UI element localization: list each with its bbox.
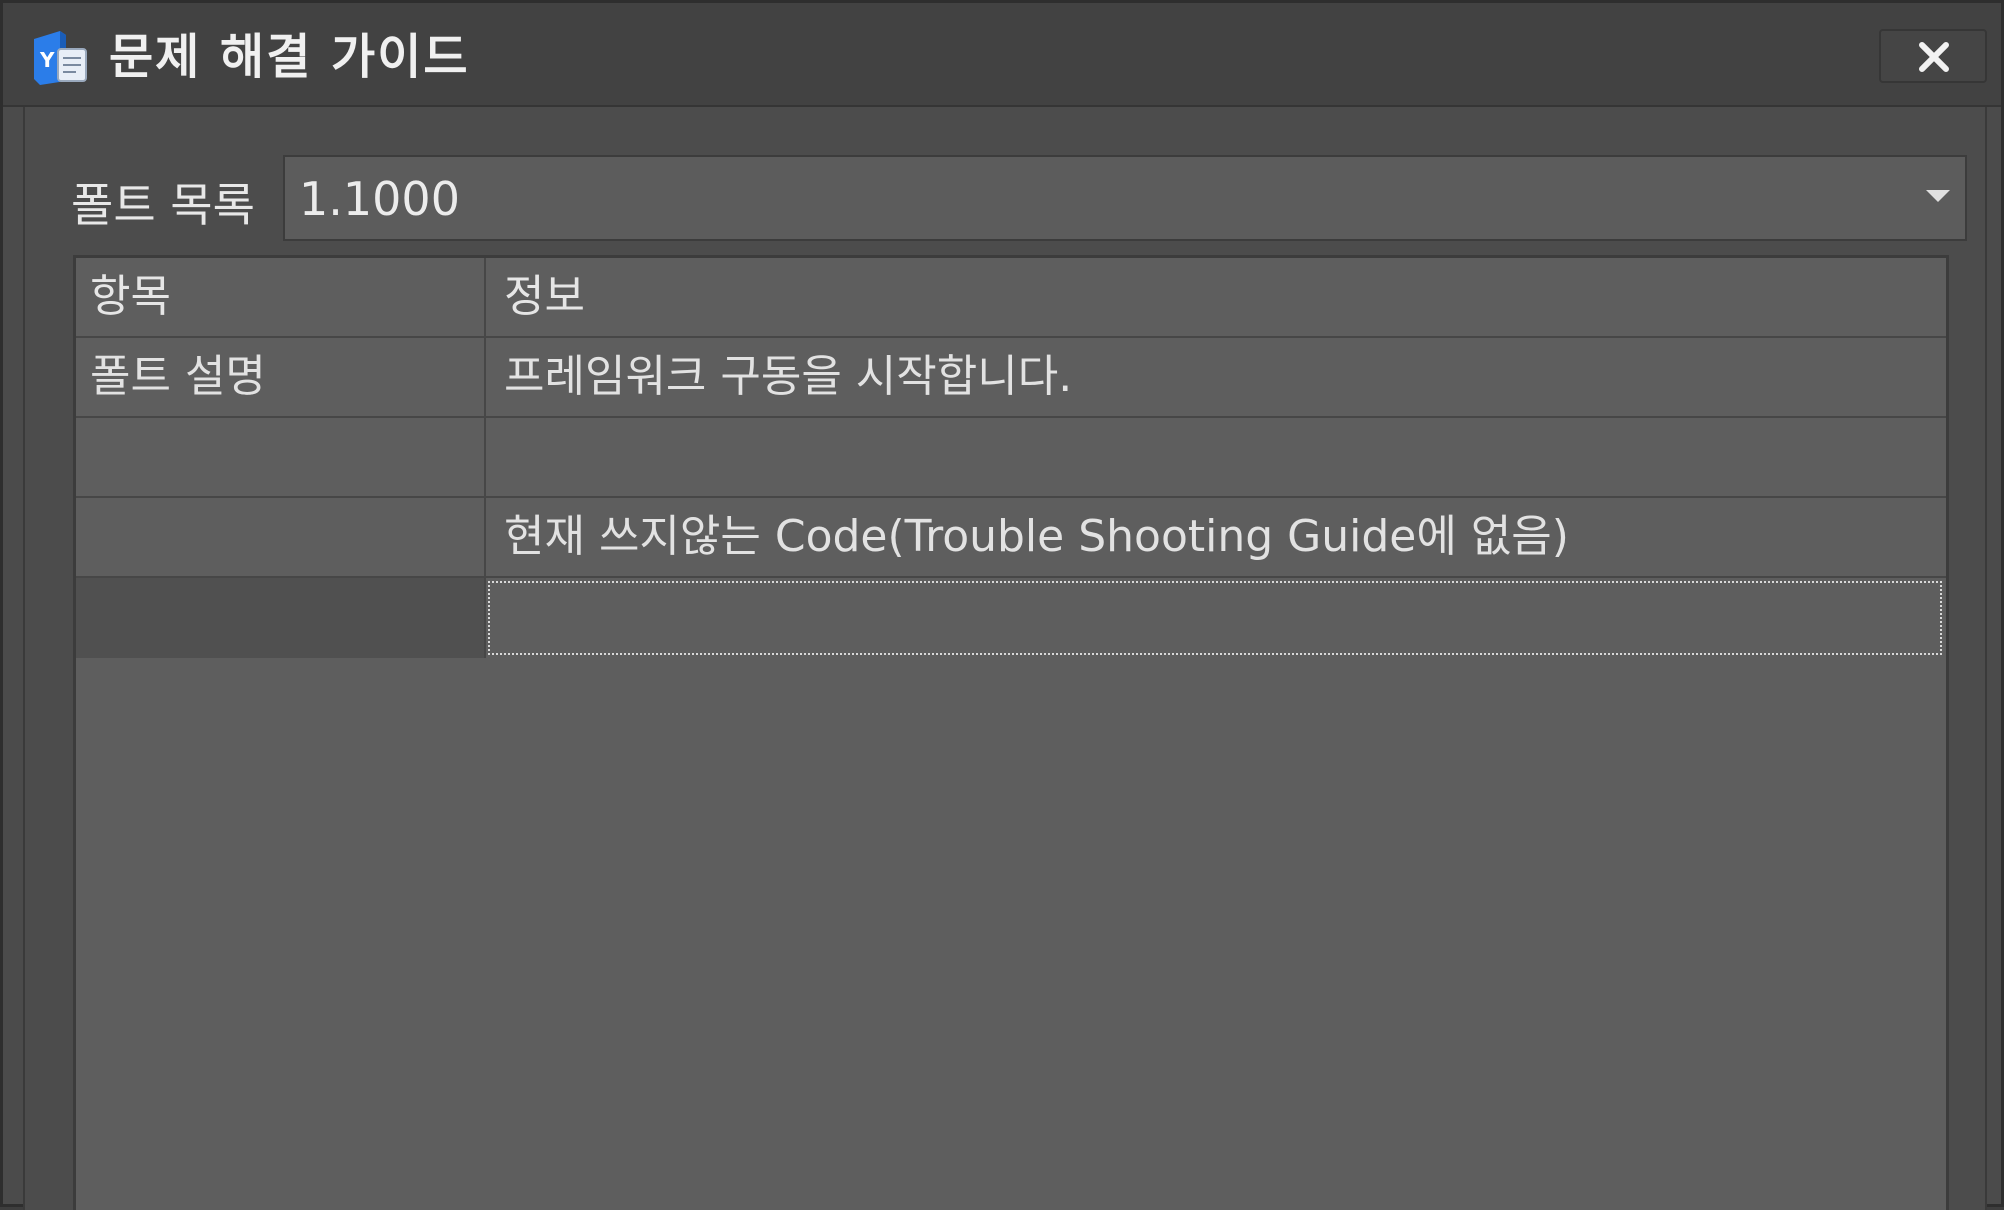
table-row-selected[interactable] <box>76 578 1946 658</box>
column-header-info[interactable]: 정보 <box>486 258 1946 336</box>
dialog-content: 폴트 목록 1.1000 항목 정보 폴트 설명 프레임워크 구동을 시작합니다… <box>23 107 1987 1210</box>
window-title: 문제 해결 가이드 <box>109 29 470 85</box>
app-logo-icon: Y <box>34 31 87 85</box>
cell-item[interactable] <box>76 418 486 496</box>
cell-item[interactable] <box>76 578 486 658</box>
cell-item[interactable] <box>76 498 486 576</box>
cell-focus-outline <box>488 581 1942 655</box>
cell-info[interactable] <box>486 418 1946 496</box>
trouble-shooting-dialog: Y 문제 해결 가이드 폴트 목록 1.1000 항목 정보 폴트 설명 프레임… <box>0 0 2004 1210</box>
svg-text:Y: Y <box>39 48 55 72</box>
cell-info[interactable]: 프레임워크 구동을 시작합니다. <box>486 338 1946 416</box>
font-list-selected-value: 1.1000 <box>299 172 460 226</box>
grid-header-row: 항목 정보 <box>76 258 1946 338</box>
chevron-down-icon <box>1926 190 1950 202</box>
table-row[interactable] <box>76 418 1946 498</box>
column-header-item[interactable]: 항목 <box>76 258 486 336</box>
table-row[interactable]: 폴트 설명 프레임워크 구동을 시작합니다. <box>76 338 1946 418</box>
info-grid[interactable]: 항목 정보 폴트 설명 프레임워크 구동을 시작합니다. 현재 쓰지않는 Cod… <box>73 255 1949 1210</box>
close-icon <box>1919 42 1949 72</box>
font-list-label: 폴트 목록 <box>71 178 255 232</box>
cell-item[interactable]: 폴트 설명 <box>76 338 486 416</box>
font-list-select[interactable]: 1.1000 <box>283 155 1967 241</box>
title-bar[interactable]: Y 문제 해결 가이드 <box>3 3 2001 107</box>
table-row[interactable]: 현재 쓰지않는 Code(Trouble Shooting Guide에 없음) <box>76 498 1946 578</box>
cell-info[interactable]: 현재 쓰지않는 Code(Trouble Shooting Guide에 없음) <box>486 498 1946 576</box>
close-button[interactable] <box>1879 29 1987 83</box>
